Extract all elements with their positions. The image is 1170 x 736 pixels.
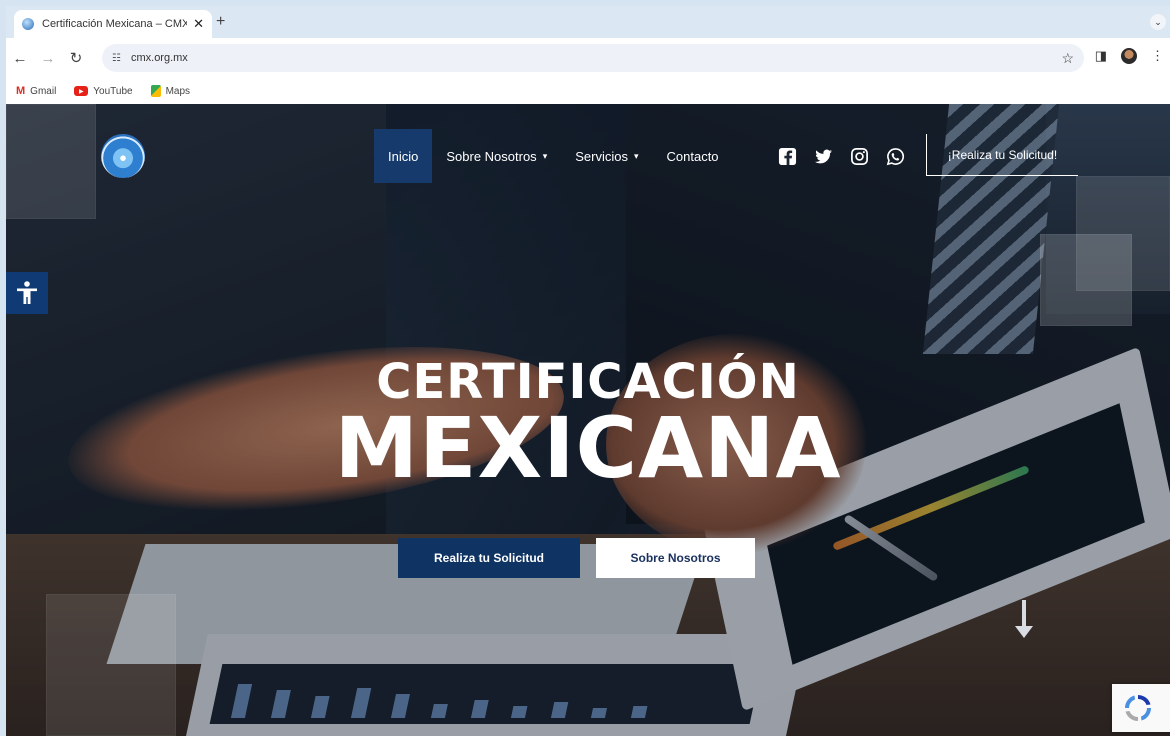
chevron-down-icon: ▾ <box>542 150 548 161</box>
address-text[interactable]: cmx.org.mx <box>131 52 188 64</box>
tab-title: Certificación Mexicana – CMX <box>42 18 188 30</box>
twitter-icon[interactable] <box>814 147 833 166</box>
close-tab-icon[interactable]: ✕ <box>193 16 204 32</box>
tab-search-button[interactable]: ⌄ <box>1150 14 1166 30</box>
bookmark-gmail[interactable]: M Gmail <box>16 85 56 97</box>
nav-label: Servicios <box>575 148 628 164</box>
bookmarks-bar: M Gmail ▶ YouTube Maps <box>6 78 1170 104</box>
bookmark-star-icon[interactable]: ☆ <box>1061 50 1074 67</box>
facebook-icon[interactable] <box>778 147 797 166</box>
decorative-square <box>1040 234 1132 326</box>
reload-icon[interactable]: ↻ <box>62 49 90 67</box>
back-arrow-icon[interactable]: ← <box>6 50 34 67</box>
accessibility-button[interactable] <box>6 272 48 314</box>
bookmark-label: Maps <box>165 85 191 97</box>
hero-section: Inicio Sobre Nosotros ▾ Servicios ▾ Cont… <box>6 104 1170 736</box>
nav-label: Contacto <box>666 148 719 164</box>
browser-window: Certificación Mexicana – CMX ✕ + ⌄ ← → ↻… <box>6 6 1170 736</box>
site-favicon-icon <box>22 18 34 30</box>
header-request-button[interactable]: ¡Realiza tu Solicitud! <box>926 134 1078 176</box>
nav-item-contacto[interactable]: Contacto <box>653 129 733 183</box>
browser-tab[interactable]: Certificación Mexicana – CMX ✕ <box>14 10 212 38</box>
recaptcha-icon <box>1125 695 1151 721</box>
whatsapp-icon[interactable] <box>886 147 905 166</box>
address-bar[interactable]: ☷ cmx.org.mx ☆ <box>102 44 1084 72</box>
nav-item-servicios[interactable]: Servicios ▾ <box>561 129 652 183</box>
new-tab-button[interactable]: + <box>216 13 225 31</box>
nav-item-inicio[interactable]: Inicio <box>374 129 433 183</box>
decorative-square <box>6 104 96 219</box>
main-nav: Inicio Sobre Nosotros ▾ Servicios ▾ Cont… <box>374 129 733 183</box>
nav-label: Inicio <box>388 148 419 164</box>
forward-arrow-icon[interactable]: → <box>34 50 62 67</box>
side-panel-icon[interactable]: ◨ <box>1095 48 1107 64</box>
site-logo[interactable] <box>101 134 145 178</box>
nav-label: Sobre Nosotros <box>446 148 537 164</box>
maps-icon <box>150 85 161 97</box>
accessibility-icon <box>17 281 37 304</box>
browser-toolbar: ← → ↻ ☷ cmx.org.mx ☆ ◨ ⋮ <box>6 38 1170 78</box>
social-links <box>778 147 905 166</box>
youtube-icon: ▶ <box>74 86 89 96</box>
instagram-icon[interactable] <box>850 147 869 166</box>
recaptcha-badge[interactable] <box>1112 684 1170 732</box>
gmail-icon: M <box>16 85 26 97</box>
tab-strip: Certificación Mexicana – CMX ✕ + ⌄ <box>6 6 1170 38</box>
bookmark-maps[interactable]: Maps <box>150 85 191 97</box>
about-us-button[interactable]: Sobre Nosotros <box>596 538 755 578</box>
request-button[interactable]: Realiza tu Solicitud <box>398 538 580 578</box>
nav-item-sobre-nosotros[interactable]: Sobre Nosotros ▾ <box>432 129 561 183</box>
hero-title-line2: MEXICANA <box>334 399 842 497</box>
bookmark-label: YouTube <box>93 85 133 97</box>
bookmark-label: Gmail <box>30 85 57 97</box>
profile-avatar[interactable] <box>1121 48 1137 64</box>
decorative-square <box>46 594 176 736</box>
scroll-down-arrow-icon[interactable] <box>1014 600 1034 640</box>
chevron-down-icon: ▾ <box>633 150 639 161</box>
browser-menu-icon[interactable]: ⋮ <box>1151 48 1164 64</box>
bookmark-youtube[interactable]: ▶ YouTube <box>74 85 133 97</box>
site-settings-icon[interactable]: ☷ <box>112 53 121 64</box>
